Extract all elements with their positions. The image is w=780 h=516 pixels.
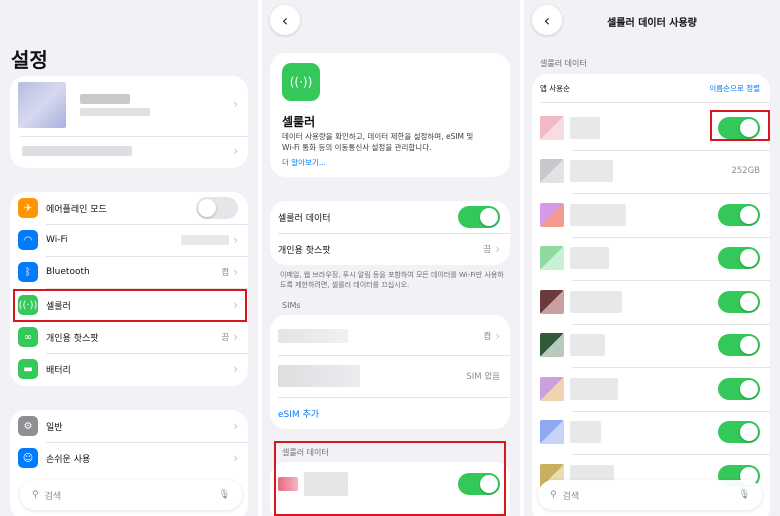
sims-card: 켬 › SIM 없음 eSIM 추가 — [270, 315, 510, 429]
app-cellular-toggle[interactable] — [718, 377, 760, 400]
settings-panel: 설정 › › ✈ 에어플레인 모드 ◠ Wi-Fi › ᛒ Bluetooth … — [0, 0, 258, 516]
highlight-cellular — [13, 289, 247, 322]
sort-row: 앱 사용순 이름순으로 정렬 — [540, 83, 760, 94]
app-icon — [540, 115, 564, 140]
chevron-right-icon: › — [233, 330, 238, 344]
row-accessibility[interactable]: ☺ 손쉬운 사용 › — [10, 442, 248, 474]
app-name — [570, 247, 609, 270]
app-icon — [540, 246, 564, 271]
row-battery[interactable]: ▬ 배터리 › — [10, 353, 248, 385]
search-bar[interactable]: ⚲ 검색 🎙 — [20, 480, 242, 510]
row-sim-1[interactable]: 켬 › — [270, 319, 510, 353]
cellular-panel: ‹ ((·)) 셀룰러 데이터 사용량을 확인하고, 데이터 제한을 설정하며,… — [262, 0, 520, 516]
app-cellular-toggle[interactable] — [718, 290, 760, 313]
hero-title: 셀룰러 — [282, 115, 316, 129]
system-usage-value: 252GB — [731, 166, 760, 177]
microphone-icon[interactable]: 🎙 — [739, 490, 750, 500]
highlight-app-usage — [274, 441, 506, 516]
sort-by-name-button[interactable]: 이름순으로 정렬 — [709, 83, 760, 94]
back-button[interactable]: ‹ — [270, 5, 300, 35]
row-general[interactable]: ⚙ 일반 › — [10, 410, 248, 442]
app-cellular-toggle[interactable] — [718, 203, 760, 226]
search-icon: ⚲ — [32, 490, 39, 500]
app-icon — [540, 420, 564, 445]
app-icon — [540, 289, 564, 314]
app-cellular-toggle[interactable] — [718, 334, 760, 357]
account-card[interactable]: › › — [10, 76, 248, 168]
cellular-footnote: 이메일, 웹 브라우징, 푸시 알림 등을 포함하여 모든 데이터를 Wi-Fi… — [280, 271, 504, 289]
app-cellular-toggle[interactable] — [718, 421, 760, 444]
airplane-mode-toggle[interactable] — [196, 197, 238, 219]
chevron-right-icon: › — [495, 242, 500, 256]
cellular-app-icon: ((·)) — [282, 63, 320, 101]
learn-more-link[interactable]: 더 알아보기... — [282, 157, 326, 168]
row-wifi[interactable]: ◠ Wi-Fi › — [10, 224, 248, 256]
app-row[interactable] — [532, 280, 770, 324]
hotspot-icon: ∞ — [18, 327, 38, 347]
row-hotspot[interactable]: 개인용 핫스팟 끔 › — [270, 233, 510, 265]
row-personal-hotspot[interactable]: ∞ 개인용 핫스팟 끔 › — [10, 321, 248, 353]
hero-description: 데이터 사용량을 확인하고, 데이터 제한을 설정하며, eSIM 및 Wi-F… — [282, 132, 474, 152]
nav-title: 셀룰러 데이터 사용량 — [607, 18, 697, 29]
chevron-right-icon: › — [233, 97, 238, 111]
search-bar[interactable]: ⚲ 검색 🎙 — [538, 480, 762, 510]
add-esim-button[interactable]: eSIM 추가 — [270, 397, 510, 429]
chevron-right-icon: › — [233, 265, 238, 279]
app-icon — [540, 376, 564, 401]
wifi-network-name — [181, 235, 230, 245]
row-bluetooth[interactable]: ᛒ Bluetooth 켬 › — [10, 256, 248, 288]
app-row[interactable] — [532, 367, 770, 411]
chevron-right-icon: › — [233, 233, 238, 247]
app-name — [570, 160, 613, 183]
row-cellular-data[interactable]: 셀룰러 데이터 — [270, 201, 510, 233]
avatar — [18, 82, 66, 128]
app-name — [570, 377, 618, 400]
accessibility-icon: ☺ — [18, 448, 38, 468]
app-name — [570, 334, 605, 357]
microphone-icon[interactable]: 🎙 — [219, 490, 230, 500]
search-icon: ⚲ — [550, 490, 557, 500]
chevron-left-icon: ‹ — [281, 10, 289, 30]
row-airplane-mode[interactable]: ✈ 에어플레인 모드 — [10, 192, 248, 224]
airplane-icon: ✈ — [18, 198, 38, 218]
app-icon — [540, 159, 564, 184]
cellular-data-toggle[interactable] — [458, 206, 500, 228]
chevron-right-icon: › — [233, 144, 238, 158]
app-name — [570, 203, 626, 226]
cellular-data-card: 셀룰러 데이터 개인용 핫스팟 끔 › — [270, 201, 510, 265]
bluetooth-icon: ᛒ — [18, 262, 38, 282]
system-usage-row[interactable]: 252GB — [532, 150, 770, 194]
gear-icon: ⚙ — [18, 416, 38, 436]
app-row[interactable] — [532, 324, 770, 368]
battery-icon: ▬ — [18, 359, 38, 379]
app-name — [570, 290, 622, 313]
page-title: 설정 — [11, 48, 48, 72]
app-cellular-toggle[interactable] — [718, 247, 760, 270]
app-icon — [540, 202, 564, 227]
cellular-hero-card: ((·)) 셀룰러 데이터 사용량을 확인하고, 데이터 제한을 설정하며, e… — [270, 53, 510, 177]
highlight-first-app-toggle — [710, 110, 770, 141]
chevron-right-icon: › — [233, 362, 238, 376]
app-row[interactable] — [532, 411, 770, 455]
app-name — [570, 421, 601, 444]
chevron-right-icon: › — [233, 451, 238, 465]
app-icon — [540, 333, 564, 358]
chevron-right-icon: › — [233, 419, 238, 433]
chevron-right-icon: › — [495, 329, 500, 343]
cellular-usage-panel: ‹ 셀룰러 데이터 사용량 셀룰러 데이터 앱 사용순 이름순으로 정렬 252… — [524, 0, 780, 516]
app-name — [570, 116, 600, 139]
wifi-icon: ◠ — [18, 230, 38, 250]
sims-header: SIMs — [282, 301, 301, 310]
section-header: 셀룰러 데이터 — [540, 59, 587, 68]
app-row[interactable] — [532, 193, 770, 237]
app-row[interactable] — [532, 237, 770, 281]
row-sim-2[interactable]: SIM 없음 — [270, 359, 510, 393]
